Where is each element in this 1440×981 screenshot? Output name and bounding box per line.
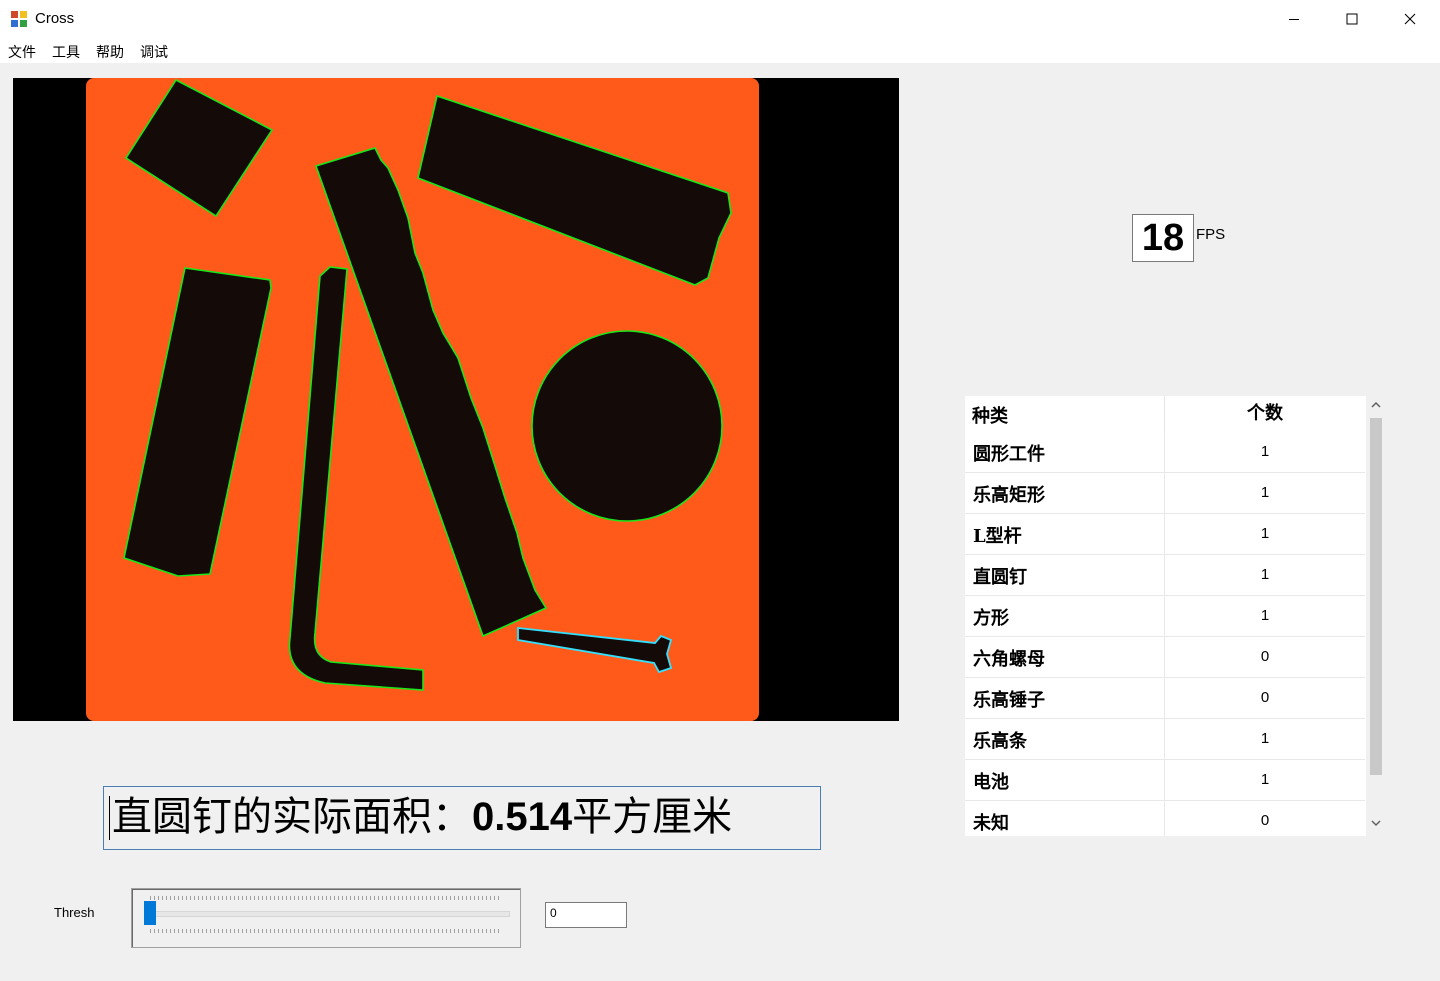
title-bar: Cross: [0, 0, 1440, 39]
slider-thumb[interactable]: [144, 901, 156, 925]
menu-bar: 文件 工具 帮助 调试: [0, 38, 1440, 63]
round-part: [531, 330, 723, 522]
cell-count: 0: [1260, 812, 1270, 829]
cell-count: 0: [1260, 648, 1270, 665]
area-prefix: 直圆钉的实际面积：: [112, 794, 472, 840]
cell-count: 1: [1260, 730, 1270, 747]
area-textbox[interactable]: 直圆钉的实际面积：0.514平方厘米: [103, 786, 821, 850]
close-button[interactable]: [1381, 0, 1439, 38]
cell-count: 0: [1260, 689, 1270, 706]
cell-type: 六角螺母: [973, 649, 1045, 670]
text-caret: [109, 796, 110, 840]
cell-count: 1: [1260, 525, 1270, 542]
maximize-icon: [1346, 13, 1358, 25]
cell-count: 1: [1260, 771, 1270, 788]
cell-type: L型杆: [973, 526, 1022, 547]
cell-count: 1: [1260, 566, 1270, 583]
area-value: 0.514: [472, 795, 573, 839]
table-row[interactable]: 圆形工件 1: [965, 432, 1365, 473]
table-row[interactable]: 电池 1: [965, 760, 1365, 801]
cell-type: 乐高矩形: [973, 485, 1045, 506]
table-row[interactable]: L型杆 1: [965, 514, 1365, 555]
table-row[interactable]: 乐高矩形 1: [965, 473, 1365, 514]
window-title: Cross: [35, 10, 75, 27]
area-unit: 平方厘米: [572, 794, 733, 840]
fps-label: FPS: [1196, 226, 1226, 243]
slider-ticks-top: [150, 896, 502, 900]
cell-type: 方形: [973, 608, 1009, 629]
cell-type: 电池: [973, 772, 1009, 793]
table-row[interactable]: 方形 1: [965, 596, 1365, 637]
slider-ticks-bottom: [150, 929, 502, 933]
cell-type: 乐高锤子: [973, 690, 1045, 711]
table-row[interactable]: 直圆钉 1: [965, 555, 1365, 596]
menu-tools[interactable]: 工具: [52, 42, 80, 62]
app-icon: [11, 11, 27, 27]
camera-view: [13, 78, 899, 721]
scroll-thumb[interactable]: [1370, 418, 1382, 775]
header-count: 个数: [1247, 403, 1283, 424]
scroll-down-icon[interactable]: [1369, 816, 1383, 830]
thresh-slider[interactable]: [131, 888, 521, 948]
cell-type: 乐高条: [973, 731, 1027, 752]
cell-count: 1: [1260, 443, 1270, 460]
fps-value: 18: [1132, 214, 1194, 262]
thresh-label: Thresh: [54, 905, 95, 920]
close-icon: [1404, 13, 1416, 25]
maximize-button[interactable]: [1323, 0, 1381, 38]
cell-count: 1: [1260, 484, 1270, 501]
area-text: 直圆钉的实际面积：0.514平方厘米: [112, 791, 732, 843]
table-row[interactable]: 六角螺母 0: [965, 637, 1365, 678]
scroll-up-icon[interactable]: [1369, 398, 1383, 412]
cell-type: 圆形工件: [973, 444, 1045, 465]
table-row[interactable]: 乐高锤子 0: [965, 678, 1365, 719]
thresh-input[interactable]: 0: [545, 902, 627, 928]
menu-help[interactable]: 帮助: [96, 42, 124, 62]
table-header: 种类 个数: [965, 396, 1365, 432]
menu-debug[interactable]: 调试: [140, 42, 168, 62]
minimize-button[interactable]: [1265, 0, 1323, 38]
cell-type: 直圆钉: [973, 567, 1027, 588]
cell-count: 1: [1260, 607, 1270, 624]
header-type: 种类: [972, 406, 1008, 427]
cell-type: 未知: [973, 813, 1009, 834]
table-scrollbar[interactable]: [1366, 396, 1386, 836]
minimize-icon: [1289, 19, 1299, 20]
classification-table[interactable]: 种类 个数 圆形工件 1 乐高矩形 1 L型杆 1 直圆钉 1 方形 1 六角螺母 0 乐高锤子 0 乐高条…: [965, 396, 1386, 836]
menu-file[interactable]: 文件: [8, 42, 36, 62]
table-row[interactable]: 未知 0: [965, 801, 1365, 836]
table-row[interactable]: 乐高条 1: [965, 719, 1365, 760]
slider-track: [150, 911, 510, 917]
